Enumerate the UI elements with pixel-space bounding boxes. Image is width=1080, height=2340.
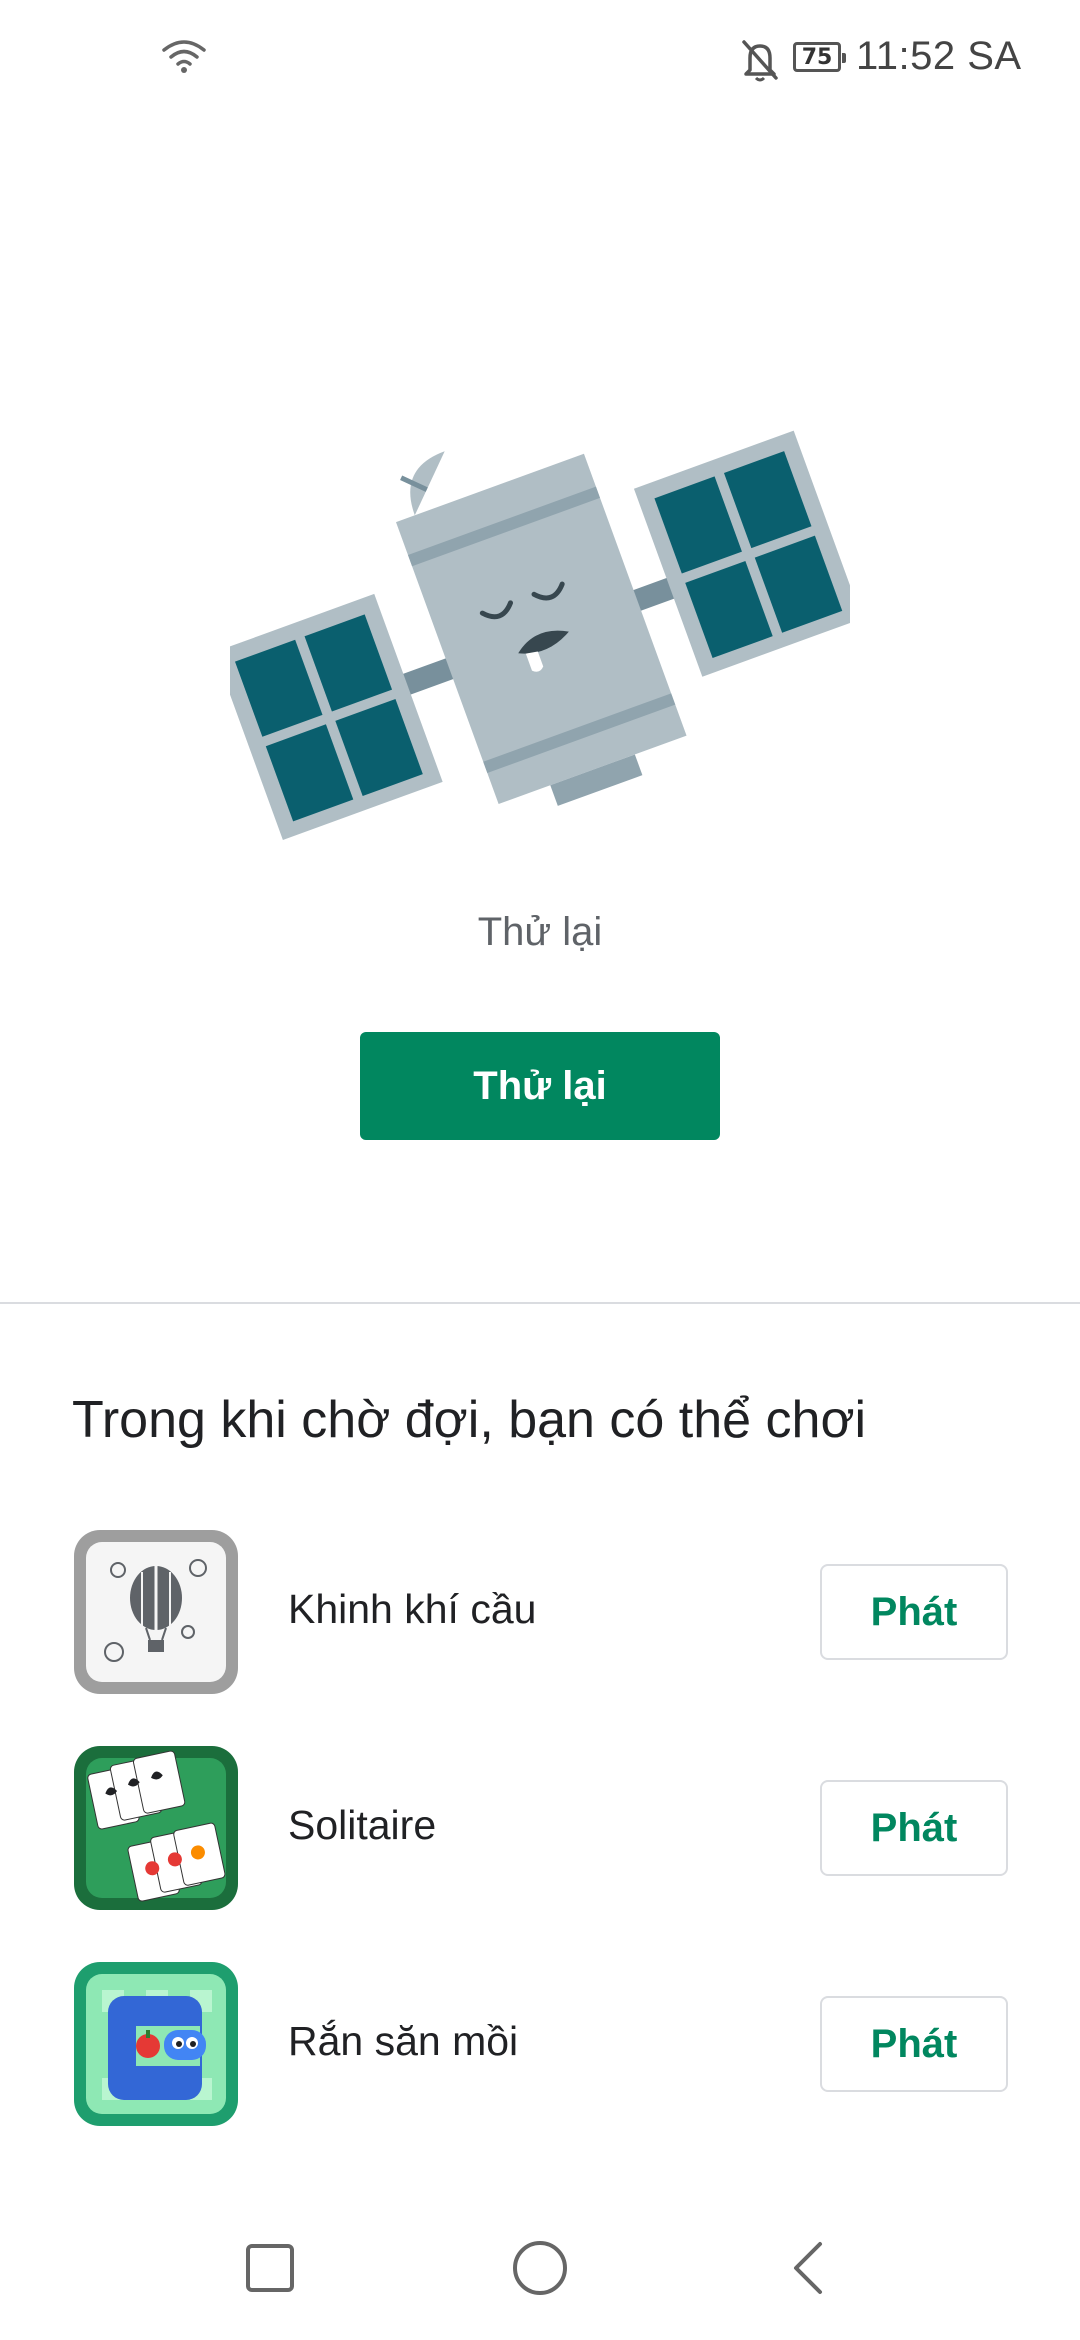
recents-square-icon[interactable] <box>240 2238 300 2298</box>
list-item-snake-game: Rắn săn mồi Phát <box>0 1960 1080 2130</box>
snake-game-icon[interactable] <box>72 1960 240 2128</box>
game-name: Khinh khí cầu <box>288 1586 537 1632</box>
wifi-icon <box>162 40 206 73</box>
game-name: Rắn săn mồi <box>288 2018 519 2064</box>
battery-level: 75 <box>801 44 833 70</box>
play-button-solitaire[interactable]: Phát <box>820 1780 1008 1876</box>
back-chevron-icon[interactable] <box>780 2238 840 2298</box>
balloon-game-icon[interactable] <box>72 1528 240 1696</box>
battery-icon: 75 <box>793 42 846 72</box>
play-button-snake[interactable]: Phát <box>820 1996 1008 2092</box>
bell-off-icon <box>742 40 778 82</box>
retry-button[interactable]: Thử lại <box>360 1032 720 1140</box>
solitaire-game-icon[interactable] <box>72 1744 240 1912</box>
list-item-solitaire-game: Solitaire Phát <box>0 1744 1080 1914</box>
status-bar: 75 11:52 SA <box>0 0 1080 120</box>
clock: 11:52 SA <box>856 34 1022 78</box>
left-solar-panel <box>230 593 443 840</box>
home-circle-icon[interactable] <box>510 2238 570 2298</box>
divider <box>0 1302 1080 1304</box>
navigation-bar <box>0 2200 1080 2340</box>
right-solar-panel <box>633 430 850 677</box>
error-message: Thử lại <box>477 910 603 954</box>
list-item-balloon-game: Khinh khí cầu Phát <box>0 1528 1080 1698</box>
play-button-balloon[interactable]: Phát <box>820 1564 1008 1660</box>
game-name: Solitaire <box>288 1802 437 1848</box>
sleeping-satellite-illustration <box>230 430 850 840</box>
section-title: Trong khi chờ đợi, bạn có thể chơi <box>72 1391 867 1449</box>
